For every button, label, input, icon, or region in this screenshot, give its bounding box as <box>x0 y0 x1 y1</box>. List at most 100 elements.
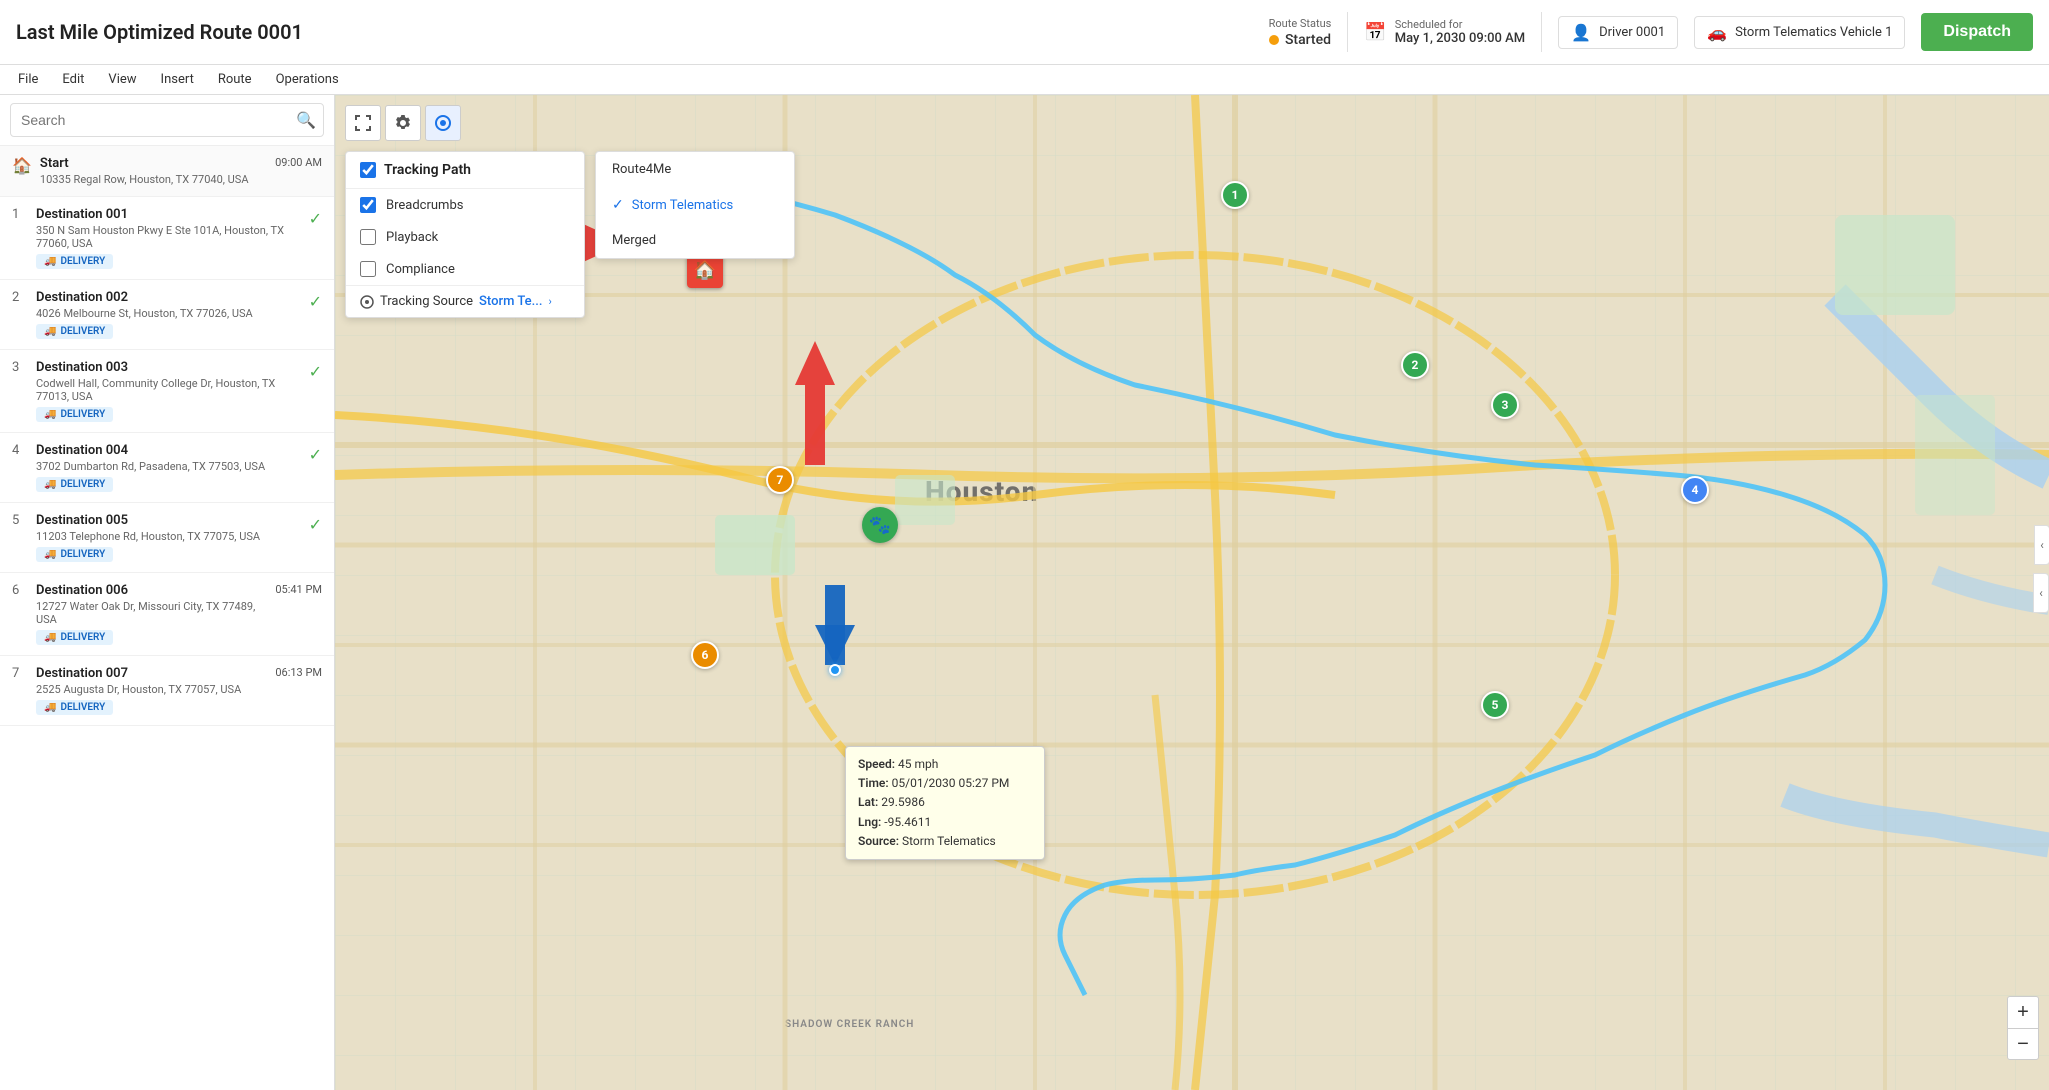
menubar: File Edit View Insert Route Operations <box>0 65 2049 95</box>
route-status-value: Started <box>1269 32 1331 48</box>
search-icon[interactable]: 🔍 <box>296 111 316 130</box>
stop-content-2: Destination 002 4026 Melbourne St, Houst… <box>36 290 301 339</box>
calendar-icon: 📅 <box>1364 22 1386 43</box>
stop-right-2: ✓ <box>309 290 322 311</box>
route-status-section: Route Status Started <box>1269 17 1332 48</box>
scheduled-label: Scheduled for <box>1395 18 1525 31</box>
stop-start[interactable]: 🏠 Start 10335 Regal Row, Houston, TX 770… <box>0 146 334 197</box>
marker-3[interactable]: 3 <box>1491 391 1519 419</box>
stop-7[interactable]: 7 Destination 007 2525 Augusta Dr, Houst… <box>0 656 334 726</box>
scheduled-value: May 1, 2030 09:00 AM <box>1395 31 1525 46</box>
breadcrumbs-checkbox[interactable] <box>360 197 376 213</box>
playback-checkbox[interactable] <box>360 229 376 245</box>
city-label: Houston <box>925 475 1038 508</box>
scheduled-info: Scheduled for May 1, 2030 09:00 AM <box>1395 18 1525 46</box>
truck-icon-2: 🚚 <box>44 326 56 337</box>
menu-operations[interactable]: Operations <box>274 68 341 91</box>
stop-num-4: 4 <box>12 443 28 458</box>
stop-right-6: 05:41 PM <box>275 583 322 596</box>
marker-zoo[interactable]: 🐾 <box>862 507 898 543</box>
settings-button[interactable] <box>385 105 421 141</box>
map-container[interactable]: Tracking Path Breadcrumbs Playback Compl… <box>335 95 2049 1090</box>
truck-icon-5: 🚚 <box>44 549 56 560</box>
vehicle-section[interactable]: 🚗 Storm Telematics Vehicle 1 <box>1694 16 1905 49</box>
tracking-panel-header: Tracking Path <box>346 152 584 189</box>
header-divider-1 <box>1347 12 1348 52</box>
gear-icon <box>394 114 412 132</box>
breadcrumbs-label: Breadcrumbs <box>386 198 463 213</box>
stop-name-7: Destination 007 <box>36 666 267 681</box>
compliance-checkbox[interactable] <box>360 261 376 277</box>
scheduled-section: 📅 Scheduled for May 1, 2030 09:00 AM <box>1364 18 1525 46</box>
tracking-source-value[interactable]: Storm Te... <box>479 294 542 309</box>
marker-7[interactable]: 7 <box>766 466 794 494</box>
menu-edit[interactable]: Edit <box>60 68 86 91</box>
stop-name-2: Destination 002 <box>36 290 301 305</box>
tracking-source-icon <box>360 295 374 309</box>
compliance-row: Compliance <box>346 253 584 285</box>
driver-section[interactable]: 👤 Driver 0001 <box>1558 16 1678 49</box>
vehicle-label: Storm Telematics Vehicle 1 <box>1735 25 1892 40</box>
stop-name-start: Start <box>40 156 267 171</box>
menu-file[interactable]: File <box>16 68 40 91</box>
marker-4[interactable]: 4 <box>1681 476 1709 504</box>
stop-addr-6: 12727 Water Oak Dr, Missouri City, TX 77… <box>36 600 267 626</box>
tooltip-time: Time: 05/01/2030 05:27 PM <box>858 774 1032 793</box>
playback-row: Playback <box>346 221 584 253</box>
stop-2[interactable]: 2 Destination 002 4026 Melbourne St, Hou… <box>0 280 334 350</box>
marker-1[interactable]: 1 <box>1221 181 1249 209</box>
menu-insert[interactable]: Insert <box>159 68 196 91</box>
tracking-path-checkbox[interactable] <box>360 162 376 178</box>
source-check-icon: ✓ <box>612 197 624 213</box>
marker-circle-1: 1 <box>1221 181 1249 209</box>
tracking-source-row[interactable]: Tracking Source Storm Te... › <box>346 285 584 317</box>
tooltip-lat: Lat: 29.5986 <box>858 793 1032 812</box>
source-merged[interactable]: Merged <box>596 223 794 258</box>
route-status-label: Route Status <box>1269 17 1332 30</box>
zoom-in-button[interactable]: + <box>2007 996 2039 1028</box>
stop-addr-2: 4026 Melbourne St, Houston, TX 77026, US… <box>36 307 301 320</box>
search-input[interactable] <box>10 103 324 137</box>
stop-content-3: Destination 003 Codwell Hall, Community … <box>36 360 301 422</box>
header: Last Mile Optimized Route 0001 Route Sta… <box>0 0 2049 65</box>
check-icon-3: ✓ <box>309 360 322 381</box>
stop-content-4: Destination 004 3702 Dumbarton Rd, Pasad… <box>36 443 301 492</box>
vehicle-icon: 🚗 <box>1707 23 1727 42</box>
marker-circle-7: 7 <box>766 466 794 494</box>
marker-circle-2: 2 <box>1401 351 1429 379</box>
fullscreen-button[interactable] <box>345 105 381 141</box>
fullscreen-icon <box>354 114 372 132</box>
menu-route[interactable]: Route <box>216 68 254 91</box>
vehicle-dot <box>829 664 841 676</box>
stop-1[interactable]: 1 Destination 001 350 N Sam Houston Pkwy… <box>0 197 334 280</box>
stop-5[interactable]: 5 Destination 005 11203 Telephone Rd, Ho… <box>0 503 334 573</box>
delivery-badge-7: 🚚 DELIVERY <box>36 700 113 715</box>
compliance-label: Compliance <box>386 262 455 277</box>
source-storm-telematics[interactable]: ✓ Storm Telematics <box>596 187 794 223</box>
menu-view[interactable]: View <box>106 68 138 91</box>
stop-name-6: Destination 006 <box>36 583 267 598</box>
marker-6[interactable]: 6 <box>691 641 719 669</box>
dispatch-button[interactable]: Dispatch <box>1921 13 2033 51</box>
stop-4[interactable]: 4 Destination 004 3702 Dumbarton Rd, Pas… <box>0 433 334 503</box>
zoom-out-button[interactable]: − <box>2007 1028 2039 1060</box>
marker-5[interactable]: 5 <box>1481 691 1509 719</box>
stop-3[interactable]: 3 Destination 003 Codwell Hall, Communit… <box>0 350 334 433</box>
stop-name-5: Destination 005 <box>36 513 301 528</box>
stop-list: 🏠 Start 10335 Regal Row, Houston, TX 770… <box>0 146 334 1090</box>
stop-6[interactable]: 6 Destination 006 12727 Water Oak Dr, Mi… <box>0 573 334 656</box>
shadow-creek-label: SHADOW CREEK RANCH <box>785 1019 914 1030</box>
driver-label: Driver 0001 <box>1599 25 1665 40</box>
map-collapse-button[interactable]: ‹ <box>2033 573 2049 613</box>
search-wrapper: 🔍 <box>10 103 324 137</box>
stop-right-4: ✓ <box>309 443 322 464</box>
stop-right-start: 09:00 AM <box>275 156 322 169</box>
tracking-toggle-button[interactable] <box>425 105 461 141</box>
stop-num-6: 6 <box>12 583 28 598</box>
stop-name-1: Destination 001 <box>36 207 301 222</box>
stop-addr-5: 11203 Telephone Rd, Houston, TX 77075, U… <box>36 530 301 543</box>
stop-num-3: 3 <box>12 360 28 375</box>
stop-addr-3: Codwell Hall, Community College Dr, Hous… <box>36 377 301 403</box>
marker-2[interactable]: 2 <box>1401 351 1429 379</box>
source-route4me[interactable]: Route4Me <box>596 152 794 187</box>
